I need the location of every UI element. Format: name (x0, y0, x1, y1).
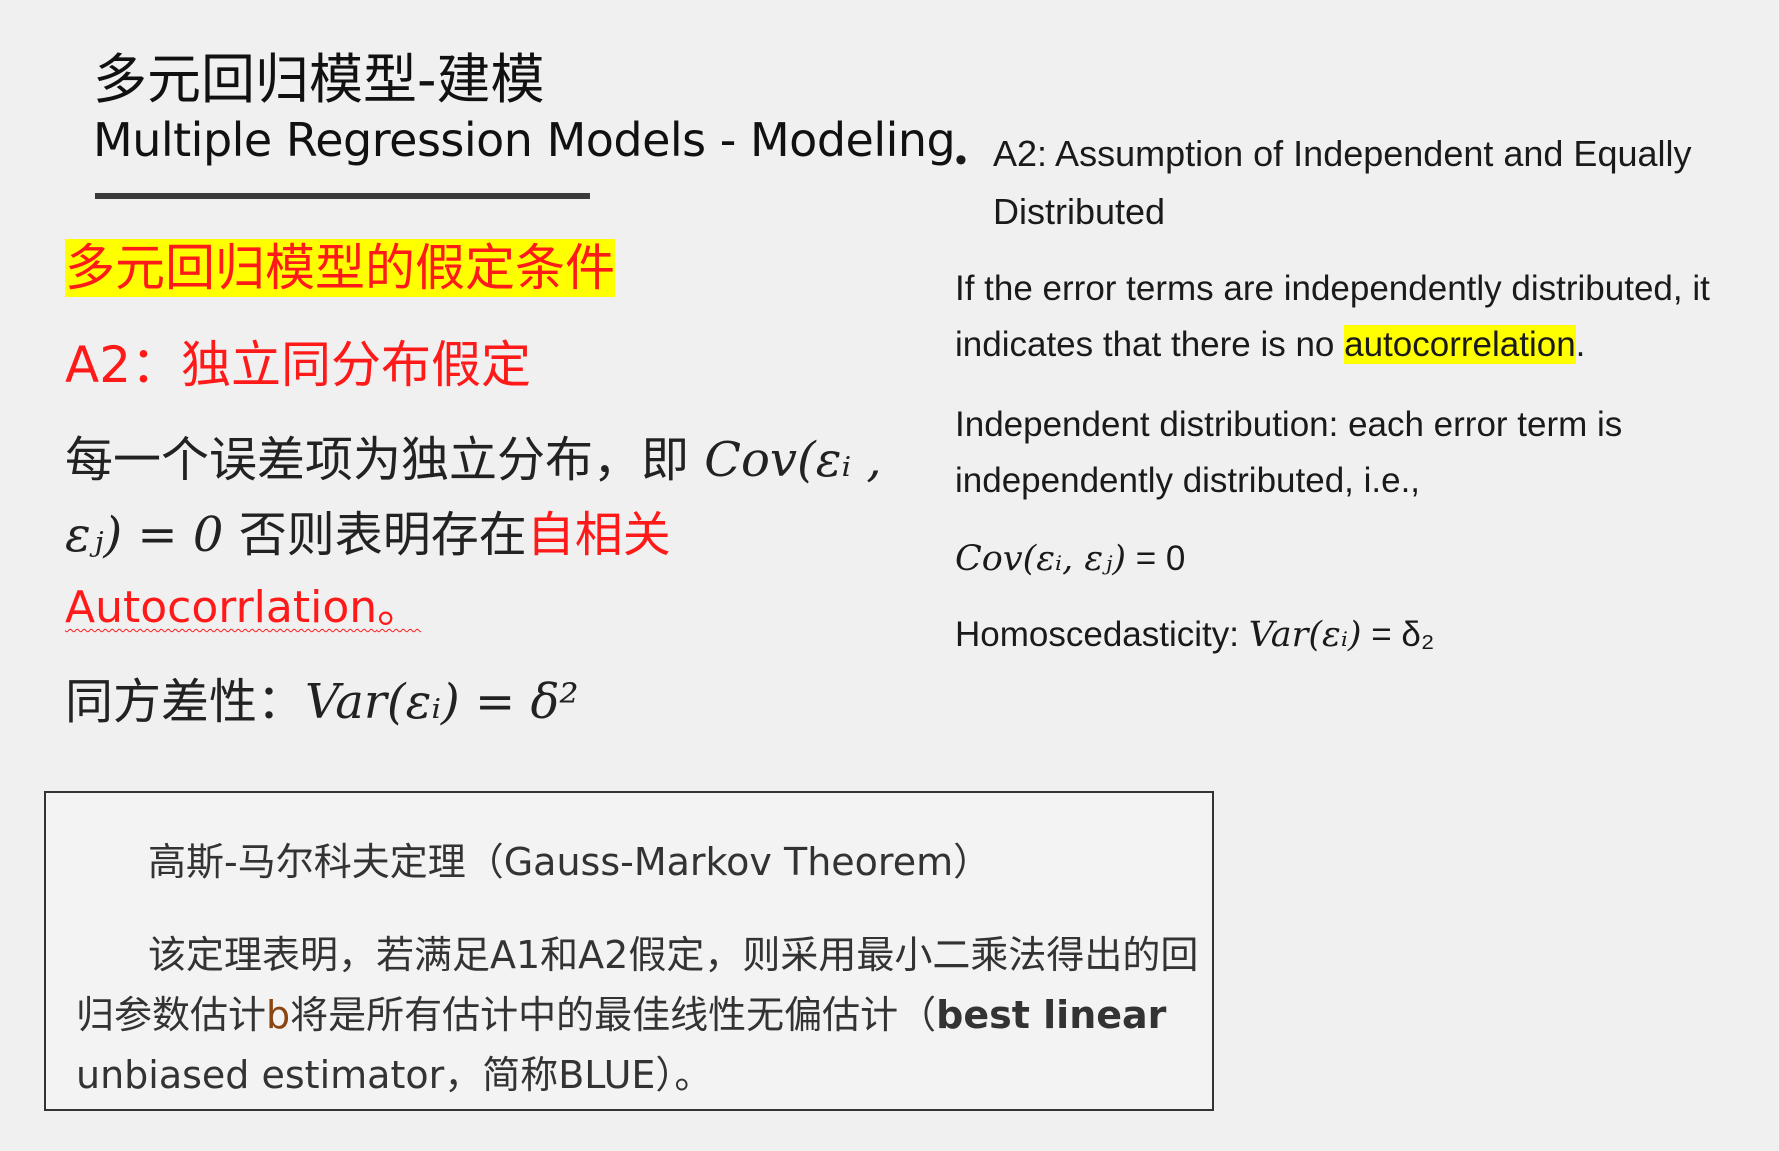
homoscedasticity-en-math: Var(εᵢ) (1248, 615, 1362, 655)
gauss-markov-line2: 归参数估计b将是所有估计中的最佳线性无偏估计（best linear (76, 990, 1166, 1040)
independence-en-pre: indicates that there is no (955, 325, 1345, 364)
page-title-en: Multiple Regression Models - Modeling (93, 113, 956, 167)
independence-en-line2: indicates that there is no autocorrelati… (955, 322, 1585, 368)
otherwise-text: 否则表明存在 (223, 507, 527, 563)
independence-en-line1: If the error terms are independently dis… (955, 269, 1710, 308)
homoscedasticity-label: 同方差性： (65, 674, 306, 730)
a2-title-en-line2: Distributed (993, 191, 1166, 232)
gauss-markov-b: b (266, 993, 291, 1037)
gauss-markov-line3: unbiased estimator，简称BLUE）。 (76, 1053, 713, 1097)
homoscedasticity-en: Homoscedasticity: Var(εᵢ) = δ₂ (955, 612, 1434, 658)
gauss-markov-line1: 该定理表明，若满足A1和A2假定，则采用最小二乘法得出的回 (148, 933, 1199, 977)
distribution-en-line2: independently distributed, i.e., (955, 461, 1421, 500)
independence-en-post: . (1575, 325, 1586, 364)
var-formula: Var(εᵢ) = δ² (305, 674, 579, 730)
a2-heading: A2：独立同分布假定 (65, 336, 532, 394)
autocorrelation-period: 。 (377, 582, 422, 633)
distribution-en-line1: Independent distribution: each error ter… (955, 405, 1623, 444)
a2-title-en-line1: A2: Assumption of Independent and Equall… (993, 133, 1692, 174)
page-title-cn: 多元回归模型-建模 (93, 48, 545, 111)
autocorrelation-en: Autocorrlation。 (65, 580, 421, 636)
assumption-heading-text: 多元回归模型的假定条件 (65, 239, 615, 297)
gauss-markov-title: 高斯-马尔科夫定理（Gauss-Markov Theorem） (148, 840, 992, 884)
gauss-markov-line2-en: best linear (936, 993, 1167, 1037)
independence-text: 每一个误差项为独立分布，即 (65, 432, 690, 488)
gauss-markov-line2-post: 将是所有估计中的最佳线性无偏估计（ (290, 993, 937, 1037)
autocorrelation-highlight: autocorrelation (1344, 325, 1576, 364)
cov-formula-en-math: Cov(εᵢ, εⱼ) (955, 539, 1127, 579)
homoscedasticity-line: 同方差性：Var(εᵢ) = δ² (65, 672, 579, 732)
homoscedasticity-en-label: Homoscedasticity: (955, 615, 1249, 654)
independence-line-2: εⱼ) = 0 否则表明存在自相关 (65, 505, 671, 565)
title-divider (95, 193, 590, 199)
bullet-icon: • (955, 141, 967, 179)
autocorrelation-word: Autocorrlation (65, 582, 378, 633)
independence-line-1: 每一个误差项为独立分布，即 Cov(εᵢ , (65, 430, 882, 490)
homoscedasticity-en-rest: = δ₂ (1361, 615, 1435, 654)
assumption-heading: 多元回归模型的假定条件 (65, 236, 615, 300)
gauss-markov-line2-pre: 归参数估计 (76, 993, 267, 1037)
cov-formula-part2: εⱼ) = 0 (65, 507, 224, 563)
cov-formula-en-rest: = 0 (1126, 539, 1186, 578)
autocorrelation-cn: 自相关 (526, 507, 671, 563)
cov-formula-en: Cov(εᵢ, εⱼ) = 0 (955, 536, 1185, 582)
cov-formula-part1: Cov(εᵢ , (704, 432, 882, 488)
